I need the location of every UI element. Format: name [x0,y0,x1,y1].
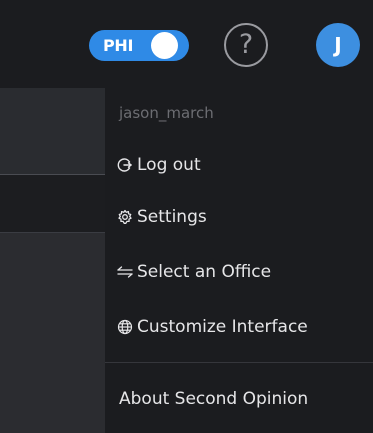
swap-arrows-icon [117,264,133,280]
logout-icon [117,157,133,173]
phi-toggle-label: PHI [103,36,134,55]
user-dropdown-menu: jason_march Log out Settings Select an O… [105,88,373,433]
menu-username: jason_march [119,104,214,122]
toggle-knob [151,32,178,59]
menu-item-select-office[interactable]: Select an Office [117,257,271,287]
menu-item-settings[interactable]: Settings [117,202,207,232]
phi-toggle[interactable]: PHI [89,30,189,61]
background-panel-dark [0,175,105,232]
menu-item-label: Customize Interface [137,317,308,337]
gear-icon [117,209,133,225]
menu-item-customize-interface[interactable]: Customize Interface [117,312,308,342]
menu-item-about[interactable]: About Second Opinion [119,384,308,414]
menu-item-label: Settings [137,207,207,227]
user-avatar[interactable]: J [316,23,360,67]
menu-item-logout[interactable]: Log out [117,150,201,180]
globe-icon [117,319,133,335]
menu-item-label: Select an Office [137,262,272,282]
menu-item-label: About Second Opinion [119,389,309,409]
menu-item-label: Log out [137,155,201,175]
background-panel [0,233,105,433]
menu-divider [105,362,373,363]
background-panel [0,88,105,174]
help-circle-icon[interactable]: ? [224,23,268,67]
